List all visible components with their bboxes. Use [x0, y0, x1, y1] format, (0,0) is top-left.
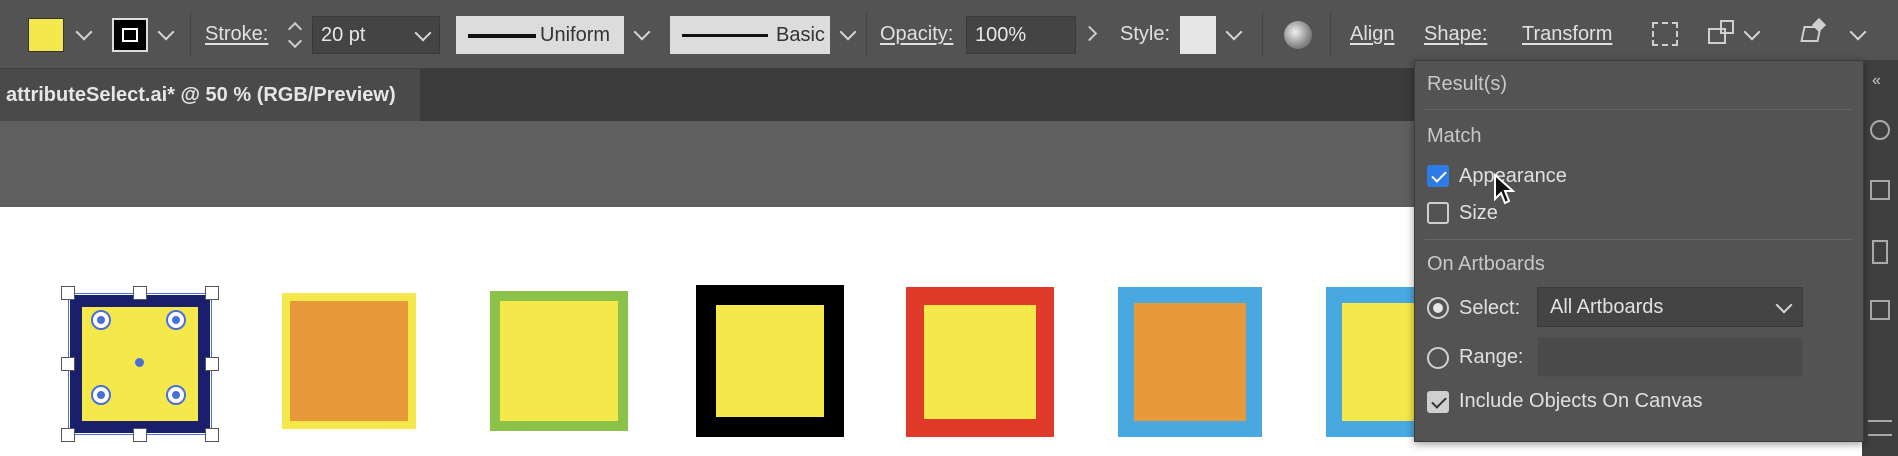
appearance-checkbox[interactable] — [1427, 165, 1449, 187]
corner-widget-icon[interactable] — [166, 385, 186, 405]
dock-tool-icon[interactable] — [1872, 240, 1888, 264]
brush-label: Basic — [776, 24, 825, 46]
recolor-artwork-icon[interactable] — [1284, 21, 1312, 49]
resize-handle[interactable] — [61, 357, 75, 371]
corner-widget-icon[interactable] — [91, 310, 111, 330]
dock-tool-icon[interactable] — [1870, 120, 1890, 140]
transform-link[interactable]: Transform — [1522, 23, 1612, 46]
fill-dropdown-chevron-icon[interactable] — [75, 23, 93, 41]
canvas-shape[interactable] — [1118, 287, 1262, 437]
range-radio[interactable] — [1427, 347, 1449, 369]
results-label: Result(s) — [1427, 73, 1508, 95]
size-checkbox[interactable] — [1427, 202, 1449, 224]
shape-link[interactable]: Shape: — [1424, 23, 1487, 46]
stepper-down-icon[interactable] — [287, 33, 303, 49]
align-link[interactable]: Align — [1350, 23, 1394, 46]
on-artboards-heading: On Artboards — [1427, 253, 1545, 275]
profile-line-icon — [468, 34, 536, 38]
include-objects-checkbox[interactable] — [1427, 391, 1449, 413]
canvas-shape[interactable] — [490, 291, 628, 431]
opacity-label[interactable]: Opacity: — [880, 23, 953, 46]
resize-handle[interactable] — [133, 286, 147, 300]
toolbar-divider — [866, 12, 867, 56]
resize-handle[interactable] — [205, 286, 219, 300]
panel-options-chevron-icon[interactable] — [1849, 23, 1867, 41]
profile-chevron-icon[interactable] — [633, 23, 651, 41]
select-similar-icon[interactable] — [1708, 20, 1736, 46]
mouse-cursor-icon — [1494, 173, 1515, 205]
stroke-label[interactable]: Stroke: — [205, 23, 268, 46]
document-tab[interactable]: attributeSelect.ai* @ 50 % (RGB/Preview) — [0, 69, 420, 121]
stroke-dropdown-chevron-icon[interactable] — [157, 23, 175, 41]
artboards-chevron-icon[interactable] — [1775, 296, 1793, 314]
stroke-swatch-inner-icon — [122, 28, 138, 42]
stroke-weight-stepper[interactable] — [283, 16, 307, 54]
artboards-select-value: All Artboards — [1550, 296, 1664, 318]
dock-tool-icon[interactable] — [1870, 300, 1890, 320]
size-label[interactable]: Size — [1459, 202, 1498, 225]
resize-handle[interactable] — [205, 357, 219, 371]
brush-chevron-icon[interactable] — [839, 23, 857, 41]
artboards-select-dropdown[interactable]: All Artboards — [1537, 287, 1803, 327]
stroke-weight-value: 20 pt — [321, 24, 366, 46]
toolbar-divider — [1262, 12, 1263, 56]
style-label: Style: — [1120, 23, 1171, 45]
dock-menu-icon[interactable] — [1868, 420, 1892, 436]
corner-widget-icon[interactable] — [91, 385, 111, 405]
stroke-swatch[interactable] — [112, 18, 148, 52]
variable-width-profile-dropdown[interactable]: Uniform — [456, 16, 624, 54]
resize-handle[interactable] — [61, 428, 75, 442]
profile-label: Uniform — [540, 24, 611, 46]
panel-separator — [1425, 239, 1853, 240]
panel-separator — [1425, 109, 1853, 110]
select-similar-chevron-icon[interactable] — [1743, 23, 1761, 41]
include-objects-label[interactable]: Include Objects On Canvas — [1459, 390, 1702, 413]
center-point-icon — [135, 358, 144, 367]
resize-handle[interactable] — [133, 428, 147, 442]
brush-definition-dropdown[interactable]: Basic — [670, 16, 830, 54]
select-radio[interactable] — [1427, 297, 1449, 319]
corner-widget-icon[interactable] — [166, 310, 186, 330]
stroke-weight-chevron-icon[interactable] — [414, 24, 432, 42]
opacity-field[interactable]: 100% — [966, 16, 1076, 54]
match-heading: Match — [1427, 125, 1482, 147]
range-label: Range: — [1459, 346, 1524, 368]
style-chevron-icon[interactable] — [1225, 23, 1243, 41]
opacity-value: 100% — [975, 24, 1027, 46]
control-bar: Stroke: 20 pt Uniform Basic Opacity: 100… — [0, 0, 1898, 69]
graphic-style-swatch[interactable] — [1180, 16, 1216, 54]
toolbar-divider — [190, 12, 191, 56]
canvas-shape[interactable] — [906, 287, 1054, 437]
canvas-shape[interactable] — [282, 293, 416, 429]
panel-dock-strip: « — [1862, 60, 1898, 456]
resize-handle[interactable] — [205, 428, 219, 442]
stroke-weight-field[interactable]: 20 pt — [312, 16, 440, 54]
toolbar-divider — [1330, 12, 1331, 56]
panel-options-icon[interactable] — [1800, 17, 1827, 46]
collapse-panel-icon[interactable]: « — [1872, 72, 1881, 90]
select-same-flyout-panel: Result(s) Match Appearance Size On Artbo… — [1414, 60, 1864, 442]
resize-handle[interactable] — [61, 286, 75, 300]
range-input[interactable] — [1537, 337, 1803, 377]
select-label: Select: — [1459, 297, 1521, 319]
opacity-arrow-icon[interactable] — [1081, 25, 1098, 42]
fill-swatch[interactable] — [28, 18, 64, 52]
canvas-shape[interactable] — [696, 285, 844, 437]
dock-tool-icon[interactable] — [1870, 180, 1890, 200]
isolate-group-icon[interactable] — [1652, 22, 1678, 46]
brush-line-icon — [682, 34, 768, 37]
